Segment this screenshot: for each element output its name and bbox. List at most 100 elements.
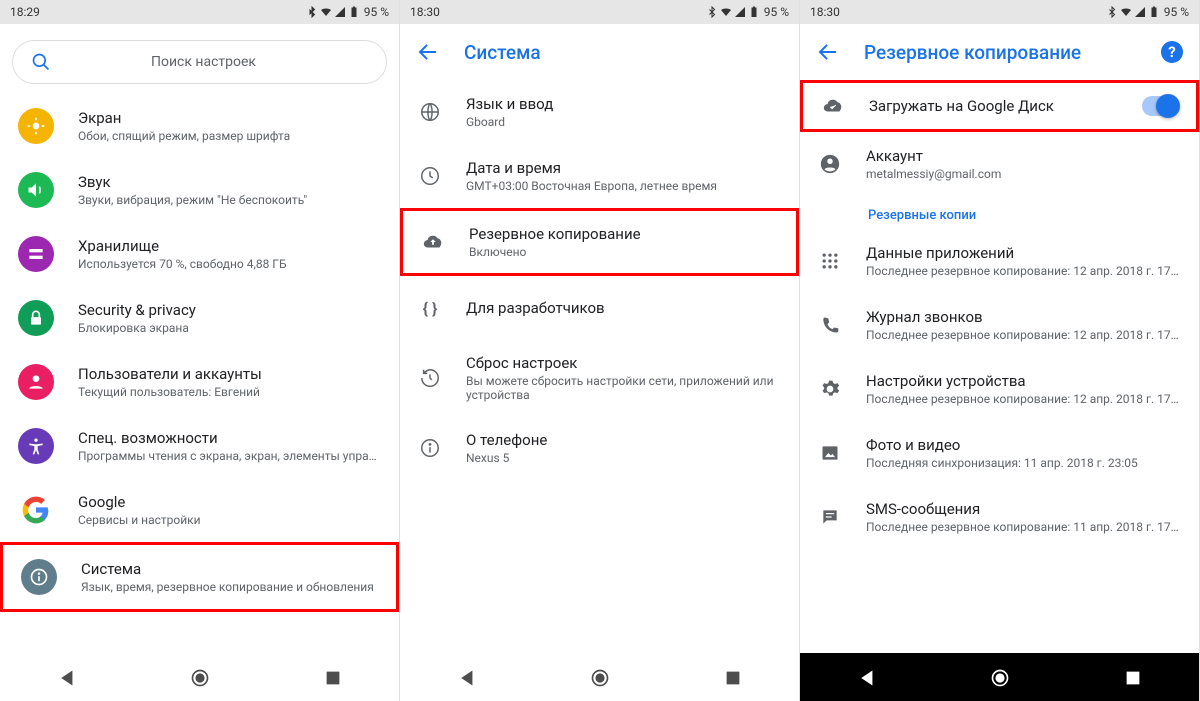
backup-list[interactable]: Загружать на Google Диск Аккаунтmetalmes… <box>800 80 1199 653</box>
nav-recent-icon[interactable] <box>1124 669 1142 687</box>
item-title: Язык и ввод <box>466 95 781 113</box>
brightness-icon <box>18 108 54 144</box>
item-backup[interactable]: Резервное копированиеВключено <box>400 208 799 276</box>
signal-icon <box>1134 6 1146 18</box>
toggle-switch[interactable] <box>1142 96 1178 116</box>
battery-icon <box>348 6 360 18</box>
item-title: Google <box>78 493 381 511</box>
battery-percent: 95 % <box>1164 5 1189 19</box>
item-title: Сброс настроек <box>466 354 781 372</box>
item-datetime[interactable]: Дата и времяGMT+03:00 Восточная Европа, … <box>400 144 799 208</box>
item-device-settings[interactable]: Настройки устройстваПоследнее резервное … <box>800 357 1199 421</box>
item-sub: Вы можете сбросить настройки сети, прило… <box>466 374 781 402</box>
page-title: Система <box>464 41 541 64</box>
item-users[interactable]: Пользователи и аккаунты Текущий пользоват… <box>0 350 399 414</box>
page-title: Резервное копирование <box>864 41 1081 64</box>
item-title: Настройки устройства <box>866 372 1181 390</box>
search-wrap: Поиск настроек <box>0 24 399 94</box>
item-system[interactable]: Система Язык, время, резервное копировани… <box>0 542 399 612</box>
item-title: Пользователи и аккаунты <box>78 365 381 383</box>
lock-icon <box>18 300 54 336</box>
info-outline-icon <box>418 436 442 460</box>
item-sub: Звуки, вибрация, режим "Не беспокоить" <box>78 193 381 207</box>
wifi-icon <box>320 6 332 18</box>
nav-home-icon[interactable] <box>990 668 1010 688</box>
clock: 18:30 <box>810 5 840 19</box>
cloud-upload-icon <box>421 230 445 254</box>
help-icon[interactable]: ? <box>1161 41 1183 63</box>
item-sub: Блокировка экрана <box>78 321 381 335</box>
item-sub: Сервисы и настройки <box>78 513 381 527</box>
code-icon: { } <box>418 296 442 320</box>
signal-icon <box>734 6 746 18</box>
item-security[interactable]: Security & privacy Блокировка экрана <box>0 286 399 350</box>
message-icon <box>818 505 842 529</box>
item-sub: Текущий пользователь: Евгений <box>78 385 381 399</box>
battery-icon <box>748 6 760 18</box>
nav-back-icon[interactable] <box>857 668 877 688</box>
item-call-log[interactable]: Журнал звонковПоследнее резервное копиро… <box>800 293 1199 357</box>
item-google[interactable]: Google Сервисы и настройки <box>0 478 399 542</box>
back-arrow-icon[interactable] <box>816 40 840 64</box>
gear-icon <box>818 377 842 401</box>
item-sub: GMT+03:00 Восточная Европа, летнее время <box>466 179 781 193</box>
battery-percent: 95 % <box>364 5 389 19</box>
item-language[interactable]: Язык и ввод Gboard <box>400 80 799 144</box>
item-title: Экран <box>78 109 381 127</box>
wifi-icon <box>720 6 732 18</box>
nav-bar <box>800 653 1199 701</box>
nav-recent-icon[interactable] <box>724 669 742 687</box>
item-about[interactable]: О телефонеNexus 5 <box>400 416 799 480</box>
item-sub: Язык, время, резервное копирование и обн… <box>81 580 378 594</box>
item-storage[interactable]: ХранилищеИспользуется 70 %, свободно 4,8… <box>0 222 399 286</box>
item-title: Система <box>81 560 378 578</box>
item-sub: Последнее резервное копирование: 12 апр.… <box>866 264 1181 278</box>
section-header: Резервные копии <box>800 196 1199 229</box>
item-sub: Gboard <box>466 115 781 129</box>
item-title: Загружать на Google Диск <box>869 97 1118 115</box>
item-title: Резервное копирование <box>469 225 778 243</box>
status-right: 95 % <box>306 5 389 19</box>
system-list[interactable]: Язык и ввод Gboard Дата и времяGMT+03:00 … <box>400 80 799 653</box>
item-title: О телефоне <box>466 431 781 449</box>
status-icons <box>306 6 360 18</box>
nav-home-icon[interactable] <box>590 668 610 688</box>
info-icon <box>21 559 57 595</box>
nav-bar <box>0 653 399 701</box>
item-sub: Последняя синхронизация: 11 апр. 2018 г.… <box>866 456 1181 470</box>
item-sms[interactable]: SMS-сообщенияПоследнее резервное копиров… <box>800 485 1199 549</box>
item-title: Данные приложений <box>866 244 1181 262</box>
item-photos[interactable]: Фото и видеоПоследняя синхронизация: 11 … <box>800 421 1199 485</box>
item-developer[interactable]: { } Для разработчиков <box>400 276 799 340</box>
item-backup-drive[interactable]: Загружать на Google Диск <box>800 80 1199 132</box>
globe-icon <box>418 100 442 124</box>
bluetooth-icon <box>706 6 718 18</box>
item-title: Звук <box>78 173 381 191</box>
item-reset[interactable]: Сброс настроек Вы можете сбросить настрой… <box>400 340 799 416</box>
header: Система <box>400 24 799 80</box>
restore-icon <box>418 366 442 390</box>
nav-back-icon[interactable] <box>457 668 477 688</box>
search-input[interactable]: Поиск настроек <box>12 40 387 84</box>
nav-recent-icon[interactable] <box>324 669 342 687</box>
settings-list[interactable]: ЭкранОбои, спящий режим, размер шрифта З… <box>0 94 399 653</box>
status-bar: 18:30 95 % <box>400 0 799 24</box>
battery-icon <box>1148 6 1160 18</box>
item-sound[interactable]: Звук Звуки, вибрация, режим "Не беспокоит… <box>0 158 399 222</box>
apps-icon <box>818 249 842 273</box>
item-title: Для разработчиков <box>466 299 781 317</box>
item-account[interactable]: Аккаунтmetalmessiy@gmail.com <box>800 132 1199 196</box>
item-display[interactable]: ЭкранОбои, спящий режим, размер шрифта <box>0 94 399 158</box>
account-icon <box>818 152 842 176</box>
item-app-data[interactable]: Данные приложений Последнее резервное коп… <box>800 229 1199 293</box>
wifi-icon <box>1120 6 1132 18</box>
item-title: Спец. возможности <box>78 429 381 447</box>
item-title: Security & privacy <box>78 301 381 319</box>
nav-back-icon[interactable] <box>57 668 77 688</box>
status-icons <box>706 6 760 18</box>
back-arrow-icon[interactable] <box>416 40 440 64</box>
item-accessibility[interactable]: Спец. возможностиПрограммы чтения с экра… <box>0 414 399 478</box>
search-icon <box>31 52 51 72</box>
volume-icon <box>18 172 54 208</box>
nav-home-icon[interactable] <box>190 668 210 688</box>
